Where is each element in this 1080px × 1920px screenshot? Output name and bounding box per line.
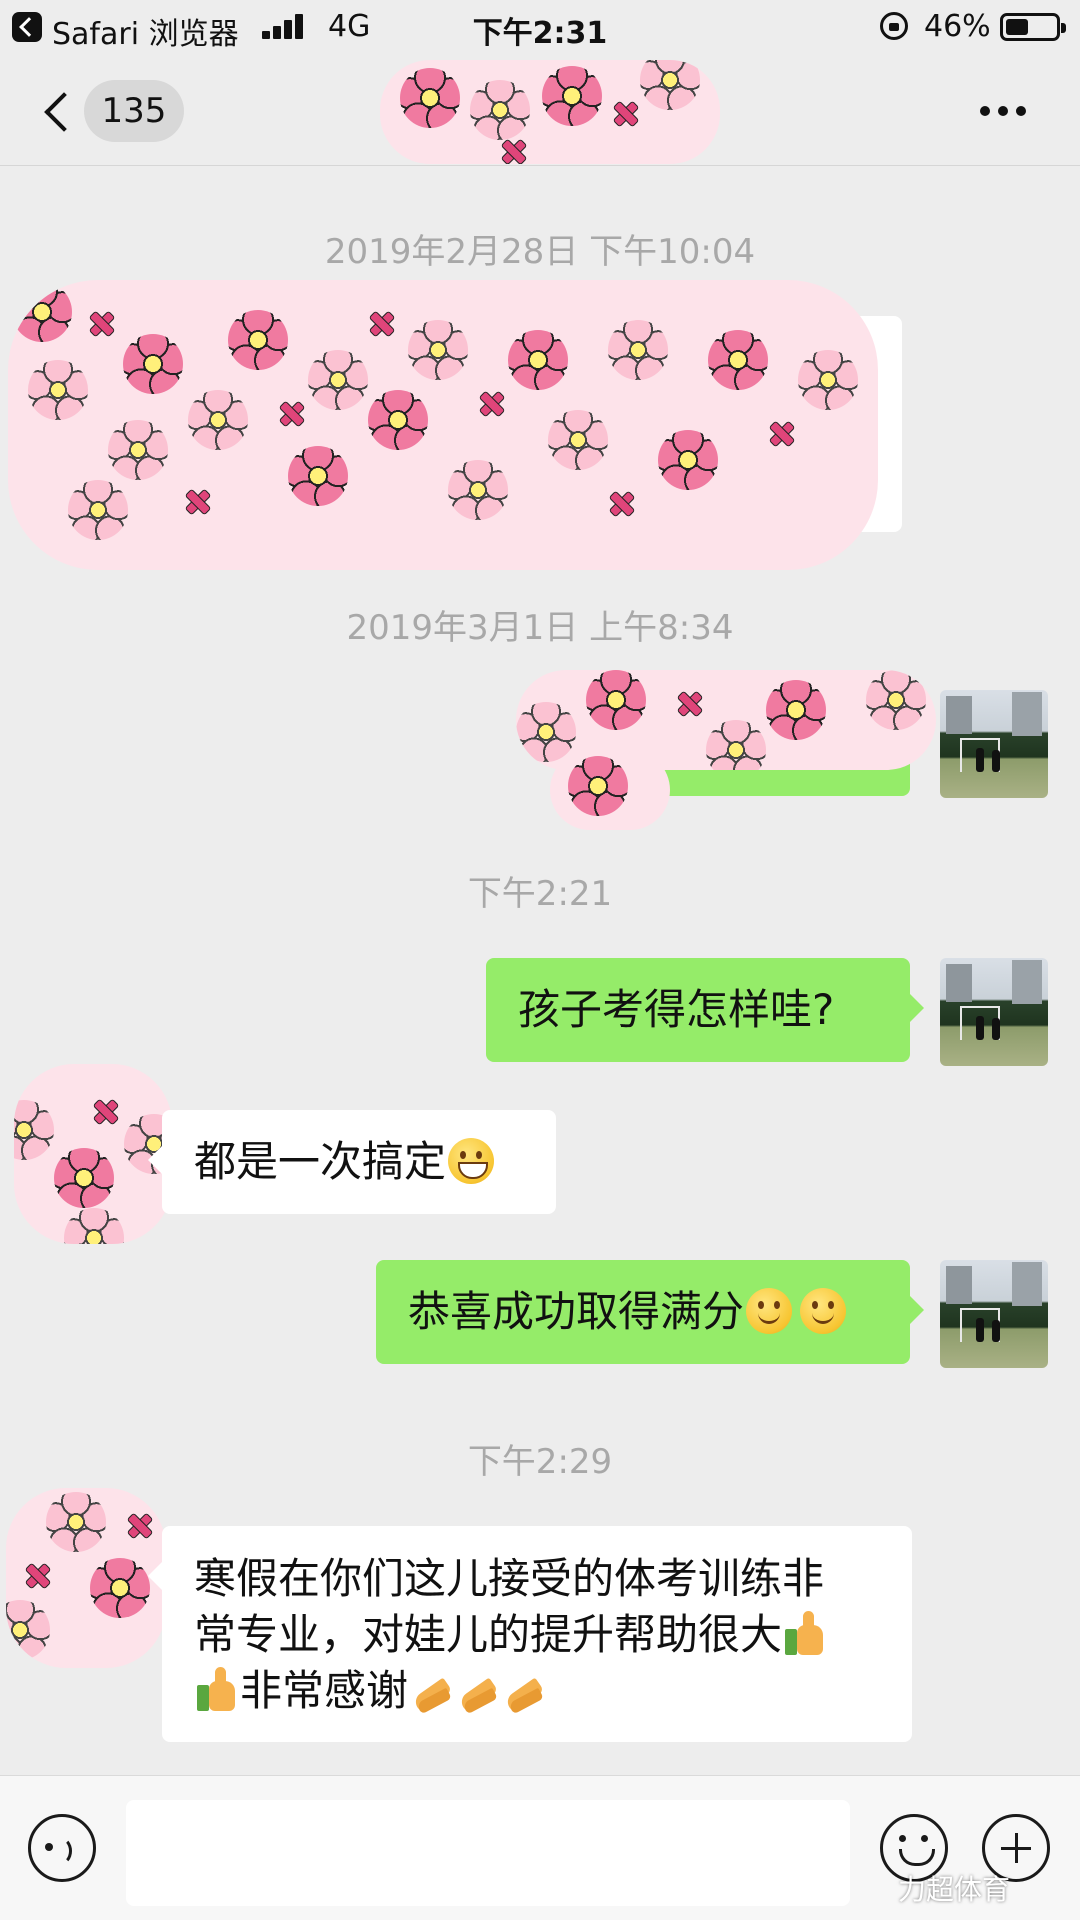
flower-sticker-icon xyxy=(54,1148,114,1208)
message-bubble-incoming[interactable]: 寒假在你们这儿接受的体考训练非 常专业，对娃儿的提升帮助很大 非常感谢 xyxy=(148,1526,912,1742)
flower-sticker-icon xyxy=(308,350,368,410)
flower-sticker-icon xyxy=(400,68,460,128)
flower-sticker-icon xyxy=(90,1558,150,1618)
flower-sticker-icon xyxy=(866,670,926,730)
clapping-hands-emoji xyxy=(409,1667,453,1713)
message-bubble-incoming[interactable]: 都是一次搞定 xyxy=(148,1110,556,1214)
message-text-line: 寒假在你们这儿接受的体考训练非 xyxy=(194,1554,825,1603)
status-time: 下午2:31 xyxy=(472,16,608,51)
flower-sticker-icon xyxy=(12,282,72,342)
battery-icon xyxy=(1000,13,1066,41)
flower-sticker-icon xyxy=(658,430,718,490)
flower-sticker-icon xyxy=(586,670,646,730)
battery-level xyxy=(1006,19,1028,35)
message-timestamp: 下午2:21 xyxy=(467,874,613,914)
cross-sticker-icon xyxy=(608,490,634,516)
status-bar: Safari 浏览器 4G 下午2:31 46% xyxy=(0,0,1080,56)
flower-sticker-icon xyxy=(508,330,568,390)
cross-sticker-icon xyxy=(92,1098,118,1124)
cross-sticker-icon xyxy=(184,488,210,514)
flower-sticker-icon xyxy=(288,446,348,506)
unread-count-badge[interactable]: 135 xyxy=(84,80,184,142)
flower-sticker-icon xyxy=(706,720,766,770)
flower-sticker-icon xyxy=(228,310,288,370)
thumbs-up-emoji xyxy=(195,1667,239,1713)
cross-sticker-icon xyxy=(368,310,394,336)
voice-icon[interactable] xyxy=(28,1814,96,1882)
chat-input-bar: 力超体育 xyxy=(0,1775,1080,1920)
chat-header: 135 xyxy=(0,56,1080,166)
thumbs-up-emoji xyxy=(783,1611,827,1657)
flower-sticker-icon xyxy=(798,350,858,410)
message-timestamp: 2019年2月28日 下午10:04 xyxy=(324,232,756,272)
message-text: 恭喜成功取得满分 xyxy=(408,1287,745,1336)
cross-sticker-icon xyxy=(500,138,526,164)
cross-sticker-icon xyxy=(278,400,304,426)
message-timestamp: 2019年3月1日 上午8:34 xyxy=(346,608,734,648)
orientation-lock-icon xyxy=(880,12,908,40)
flower-sticker-icon xyxy=(448,460,508,520)
flower-sticker-icon xyxy=(548,410,608,470)
my-avatar[interactable] xyxy=(940,690,1048,798)
flower-sticker-icon xyxy=(188,390,248,450)
flower-sticker-icon xyxy=(108,420,168,480)
my-avatar[interactable] xyxy=(940,1260,1048,1368)
cross-sticker-icon xyxy=(478,390,504,416)
message-text-line: 常专业，对娃儿的提升帮助很大 xyxy=(194,1607,880,1663)
cross-sticker-icon xyxy=(768,420,794,446)
flower-sticker-icon xyxy=(46,1492,106,1552)
my-avatar[interactable] xyxy=(940,958,1048,1066)
censor-sticker xyxy=(6,1488,166,1668)
flower-sticker-icon xyxy=(608,320,668,380)
cross-sticker-icon xyxy=(126,1512,152,1538)
message-text: 常专业，对娃儿的提升帮助很大 xyxy=(194,1610,783,1659)
message-bubble-outgoing[interactable]: 恭喜成功取得满分 xyxy=(376,1260,924,1364)
message-text: 都是一次搞定 xyxy=(194,1137,447,1186)
flower-sticker-icon xyxy=(640,60,700,110)
flower-sticker-icon xyxy=(542,66,602,126)
flower-sticker-icon xyxy=(516,702,576,762)
chat-title-censored xyxy=(380,56,720,166)
censor-sticker xyxy=(380,60,720,164)
flower-sticker-icon xyxy=(368,390,428,450)
flower-sticker-icon xyxy=(6,1600,50,1660)
more-icon[interactable] xyxy=(980,106,1030,118)
grinning-face-emoji xyxy=(448,1138,495,1184)
battery-percent: 46% xyxy=(924,9,991,44)
flower-sticker-icon xyxy=(766,680,826,740)
cross-sticker-icon xyxy=(24,1562,50,1588)
message-timestamp: 下午2:29 xyxy=(467,1442,613,1482)
smiling-face-emoji xyxy=(746,1288,793,1334)
flower-sticker-icon xyxy=(14,1100,54,1160)
flower-sticker-icon xyxy=(64,1208,124,1244)
message-text: 孩子考得怎样哇? xyxy=(518,985,835,1034)
chevron-left-icon[interactable] xyxy=(38,86,78,136)
censor-sticker xyxy=(8,280,878,570)
flower-sticker-icon xyxy=(123,334,183,394)
cross-sticker-icon xyxy=(612,100,638,126)
message-input[interactable] xyxy=(126,1800,850,1906)
message-text-line: 非常感谢 xyxy=(194,1663,880,1719)
flower-sticker-icon xyxy=(68,480,128,540)
flower-sticker-icon xyxy=(708,330,768,390)
censor-sticker xyxy=(550,750,670,830)
message-bubble-outgoing[interactable]: 孩子考得怎样哇? xyxy=(486,958,924,1062)
clapping-hands-emoji xyxy=(455,1667,499,1713)
flower-sticker-icon xyxy=(568,756,628,816)
flower-sticker-icon xyxy=(28,360,88,420)
watermark: 力超体育 xyxy=(898,1873,1011,1906)
flower-sticker-icon xyxy=(408,320,468,380)
smiling-face-emoji xyxy=(800,1288,847,1334)
cross-sticker-icon xyxy=(676,690,702,716)
flower-sticker-icon xyxy=(470,80,530,140)
cross-sticker-icon xyxy=(88,310,114,336)
clapping-hands-emoji xyxy=(501,1667,545,1713)
message-text: 非常感谢 xyxy=(240,1666,409,1715)
